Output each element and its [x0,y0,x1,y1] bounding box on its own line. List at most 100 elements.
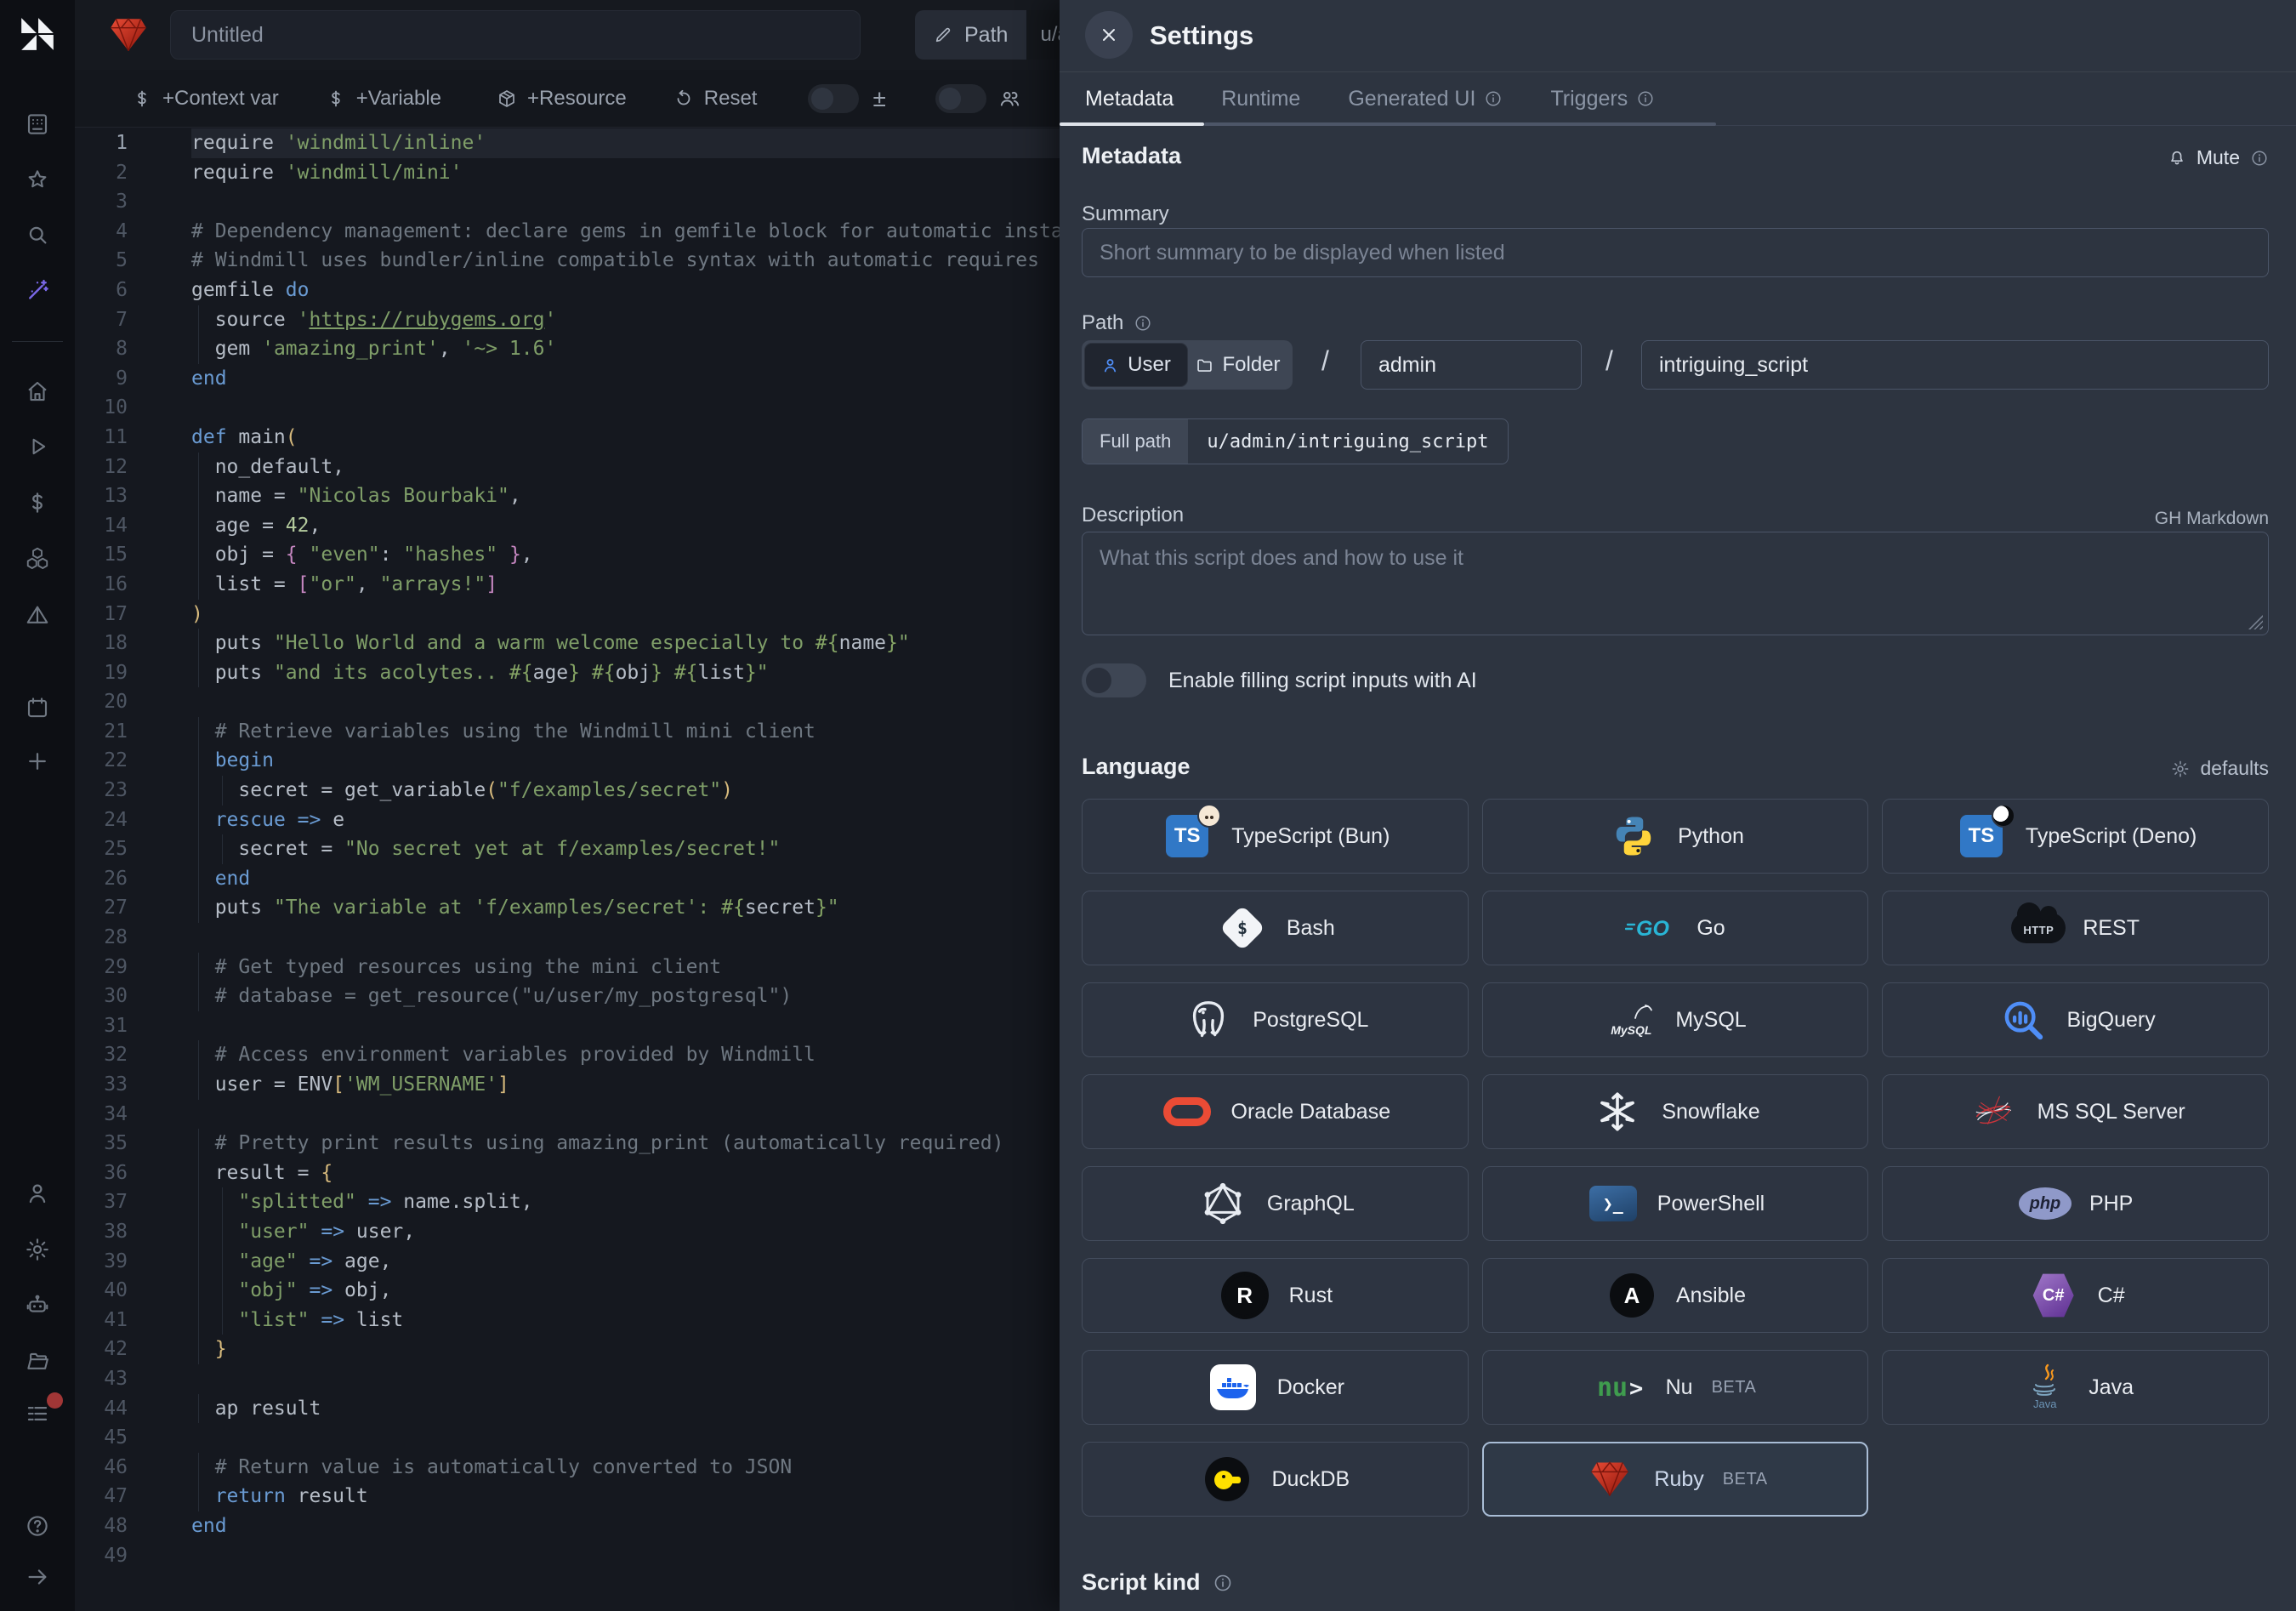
line-number: 41 [75,1306,128,1335]
language-card-powershell[interactable]: ❯_PowerShell [1482,1166,1869,1241]
tab-metadata[interactable]: Metadata [1085,87,1174,111]
path-name-input[interactable] [1641,340,2269,390]
sidebar-item-resources[interactable] [25,545,50,571]
code-line: 41 "list" => list [75,1306,1060,1335]
language-card-nu[interactable]: nu>NuBETA [1482,1350,1869,1425]
line-number: 29 [75,953,128,982]
sidebar-item-audit-logs[interactable] [25,1401,50,1426]
language-card-java[interactable]: JavaJava [1882,1350,2269,1425]
mute-button[interactable]: Mute [2168,146,2269,169]
code-line: 37 "splitted" => name.split, [75,1187,1060,1217]
add-context-var-button[interactable]: +Context var [132,87,279,111]
sidebar-item-folders[interactable] [25,1348,50,1374]
sidebar-item-account[interactable] [25,1181,50,1206]
sidebar-item-ai-wand[interactable] [25,277,50,303]
language-card-mysql[interactable]: MySQLMySQL [1482,982,1869,1057]
users-icon [998,88,1020,110]
ai-fill-toggle[interactable] [1082,663,1146,697]
language-card-oracle-database[interactable]: Oracle Database [1082,1074,1469,1149]
sidebar-item-workspace-settings[interactable] [25,1237,50,1262]
sidebar-item-search[interactable] [25,222,50,248]
language-card-duckdb[interactable]: DuckDB [1082,1442,1469,1517]
apps-icon [25,111,50,137]
code-editor[interactable]: 1require 'windmill/inline'2require 'wind… [75,128,1060,1611]
sidebar-item-variables[interactable] [25,490,50,515]
script-title-input[interactable] [170,10,861,60]
sidebar-item-triggers[interactable] [25,602,50,628]
close-button[interactable] [1085,11,1133,59]
tab-scrollbar-thumb[interactable] [1204,122,1716,126]
description-textarea[interactable] [1082,532,2269,635]
line-number: 11 [75,423,128,453]
multiplayer-toggle[interactable] [935,84,986,113]
language-card-typescript-bun-[interactable]: TSTypeScript (Bun) [1082,799,1469,874]
settings-panel: Settings MetadataRuntimeGenerated UITrig… [1060,0,2296,1611]
code-line: 17) [75,600,1060,629]
sidebar-item-help[interactable] [25,1513,50,1539]
language-card-graphql[interactable]: GraphQL [1082,1166,1469,1241]
language-card-typescript-deno-[interactable]: TSTypeScript (Deno) [1882,799,2269,874]
sidebar-item-favorites[interactable] [25,168,50,193]
path-owner-input[interactable] [1361,340,1582,390]
code-line: 22 begin [75,746,1060,776]
language-card-php[interactable]: phpPHP [1882,1166,2269,1241]
metadata-section-title: Metadata [1082,143,1181,169]
language-card-bigquery[interactable]: BigQuery [1882,982,2269,1057]
path-label: Path [1082,311,1152,335]
code-line: 14 age = 42, [75,511,1060,541]
tab-triggers[interactable]: Triggers [1550,87,1655,111]
svg-text:Java: Java [2033,1398,2057,1410]
folder-segment[interactable]: Folder [1187,344,1289,386]
language-card-rust[interactable]: RRust [1082,1258,1469,1333]
code-line: 32 # Access environment variables provid… [75,1040,1060,1070]
language-card-c-[interactable]: C#C# [1882,1258,2269,1333]
language-card-ansible[interactable]: AAnsible [1482,1258,1869,1333]
sidebar-item-workers[interactable] [25,1292,50,1318]
line-number: 37 [75,1187,128,1217]
sidebar-item-collapse[interactable] [25,1564,50,1590]
summary-input[interactable] [1082,228,2269,277]
code-line: 38 "user" => user, [75,1217,1060,1247]
diff-toggle[interactable] [808,84,859,113]
code-line: 16 list = ["or", "arrays!"] [75,570,1060,600]
sidebar-item-apps[interactable] [25,111,50,137]
language-card-snowflake[interactable]: Snowflake [1482,1074,1869,1149]
editor-topbar: Path u/a [75,0,1060,70]
add-resource-button[interactable]: +Resource [497,87,627,111]
language-card-python[interactable]: Python [1482,799,1869,874]
code-line: 36 result = { [75,1158,1060,1188]
add-variable-button[interactable]: +Variable [326,87,441,111]
code-line: 42 } [75,1335,1060,1364]
language-card-rest[interactable]: HTTPREST [1882,891,2269,965]
language-card-docker[interactable]: Docker [1082,1350,1469,1425]
language-card-go[interactable]: GOGo [1482,891,1869,965]
tab-runtime[interactable]: Runtime [1221,87,1300,111]
ai-fill-toggle-label: Enable filling script inputs with AI [1168,669,1477,693]
path-button[interactable]: Path u/a [915,10,1060,60]
reset-button[interactable]: Reset [673,87,758,111]
language-card-bash[interactable]: $Bash [1082,891,1469,965]
language-card-postgresql[interactable]: PostgreSQL [1082,982,1469,1057]
windmill-logo[interactable] [18,14,57,54]
dollar-icon [326,88,346,109]
code-line: 21 # Retrieve variables using the Windmi… [75,717,1060,747]
user-icon [1101,356,1119,374]
sidebar-item-runs[interactable] [25,434,50,459]
tab-generated-ui[interactable]: Generated UI [1348,87,1503,111]
code-line: 9end [75,364,1060,394]
line-number: 10 [75,393,128,423]
notification-dot [47,1392,63,1409]
csharp-icon: C# [2026,1268,2081,1323]
package-icon [497,88,517,109]
sidebar-item-home[interactable] [25,379,50,404]
code-line: 2require 'windmill/mini' [75,158,1060,188]
language-card-ruby[interactable]: RubyBETA [1482,1442,1869,1517]
rust-icon: R [1218,1268,1272,1323]
code-line: 10 [75,393,1060,423]
language-defaults-button[interactable]: defaults [2171,757,2269,780]
user-segment[interactable]: User [1085,344,1187,386]
line-number: 44 [75,1394,128,1424]
language-card-ms-sql-server[interactable]: MS SQL Server [1882,1074,2269,1149]
sidebar-item-create[interactable] [25,749,50,774]
sidebar-item-schedules[interactable] [25,695,50,720]
